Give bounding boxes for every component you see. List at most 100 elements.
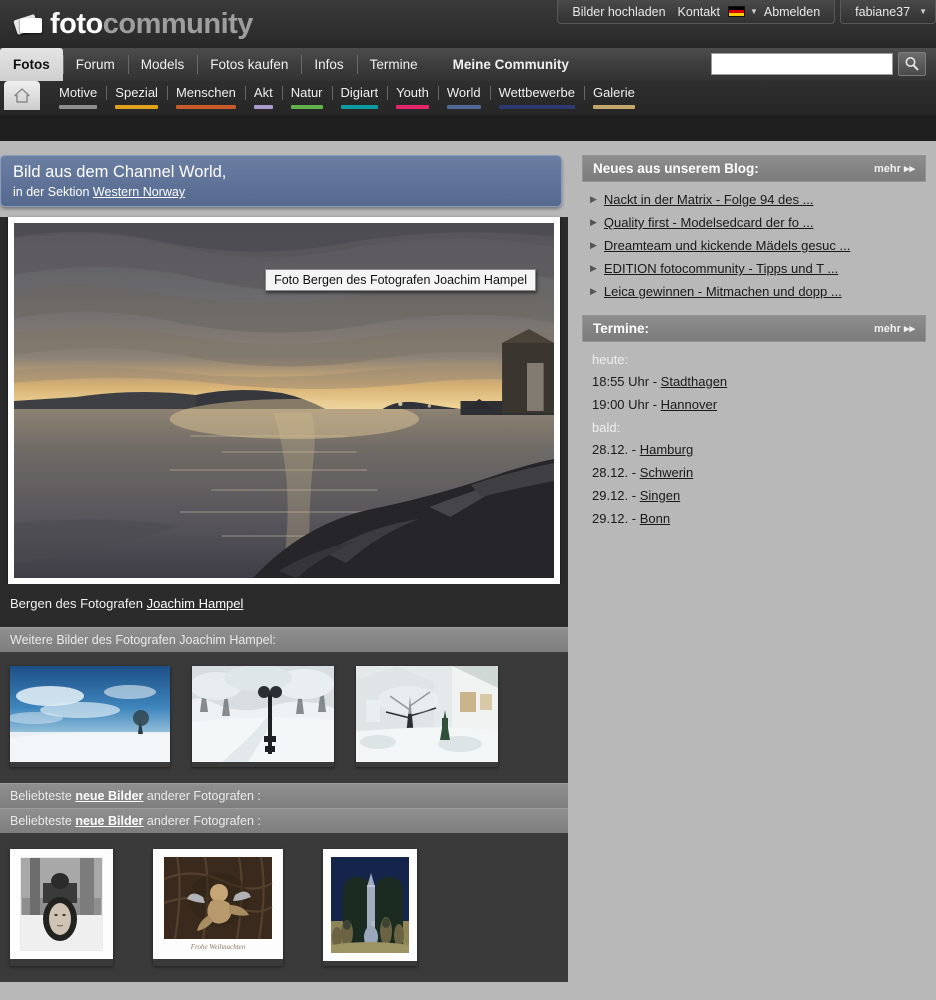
winter-field-blue-sky-image: [10, 666, 170, 762]
blog-item-link[interactable]: Dreamteam und kickende Mädels gesuc ...: [604, 238, 850, 253]
new-images-link[interactable]: neue Bilder: [75, 789, 143, 803]
tab-infos[interactable]: Infos: [301, 48, 356, 81]
blog-item[interactable]: ▶ Nackt in der Matrix - Folge 94 des ...: [582, 188, 926, 211]
category-underline: [396, 105, 429, 109]
page-root: fotocommunity Bilder hochladen Kontakt ▼…: [0, 0, 936, 1000]
category-underline: [175, 105, 236, 109]
termin-place-link[interactable]: Hamburg: [640, 442, 693, 457]
category-akt[interactable]: Akt: [245, 81, 282, 109]
username-label[interactable]: fabiane37: [849, 5, 916, 19]
contact-link[interactable]: Kontakt: [672, 5, 726, 19]
category-label: Spezial: [115, 81, 158, 105]
tab-fotos-kaufen[interactable]: Fotos kaufen: [197, 48, 301, 81]
double-arrow-icon: ▸▸: [903, 163, 915, 175]
category-galerie[interactable]: Galerie: [584, 81, 644, 109]
termin-time: 29.12. -: [592, 511, 640, 526]
main-photo[interactable]: Foto Bergen des Fotografen Joachim Hampe…: [14, 223, 554, 578]
termin-place-link[interactable]: Schwerin: [640, 465, 693, 480]
photographer-link[interactable]: Joachim Hampel: [147, 596, 244, 611]
blog-item[interactable]: ▶ Quality first - Modelsedcard der fo ...: [582, 211, 926, 234]
termine-more-link[interactable]: mehr ▸▸: [874, 322, 915, 335]
termine-soon-label: bald:: [592, 420, 621, 435]
blog-item-link[interactable]: EDITION fotocommunity - Tipps und T ...: [604, 261, 838, 276]
termin-row: 18:55 Uhr - Stadthagen: [582, 370, 926, 393]
termin-place-link[interactable]: Bonn: [640, 511, 670, 526]
snowy-avenue-lamppost-image: [192, 666, 334, 762]
angel-statue-christmas-image: Frohe Weihnachten: [153, 849, 283, 959]
termin-place-link[interactable]: Hannover: [661, 397, 717, 412]
category-label: Menschen: [176, 81, 236, 105]
double-arrow-icon: ▸▸: [903, 323, 915, 335]
category-wettbewerbe[interactable]: Wettbewerbe: [490, 81, 584, 109]
category-label: Natur: [291, 81, 323, 105]
category-motive[interactable]: Motive: [50, 81, 106, 109]
popular-photos-row: Frohe Weihnachten: [0, 833, 568, 982]
user-menu[interactable]: fabiane37 ▼: [840, 0, 936, 24]
chevron-down-icon[interactable]: ▼: [919, 7, 927, 16]
termin-time: 29.12. -: [592, 488, 640, 503]
termine-box-header: Termine: mehr ▸▸: [582, 315, 926, 342]
category-youth[interactable]: Youth: [387, 81, 438, 109]
thumbnail-snowy-avenue[interactable]: [192, 666, 334, 767]
category-natur[interactable]: Natur: [282, 81, 332, 109]
section-link[interactable]: Western Norway: [93, 185, 185, 199]
category-label: Akt: [254, 81, 273, 105]
blog-item[interactable]: ▶ Leica gewinnen - Mitmachen und dopp ...: [582, 280, 926, 303]
category-underline: [498, 105, 575, 109]
banner-subtitle-prefix: in der Sektion: [13, 185, 93, 199]
main-tab-list: Fotos Forum Models Fotos kaufen Infos Termine…: [0, 48, 582, 81]
blog-item-link[interactable]: Leica gewinnen - Mitmachen und dopp ...: [604, 284, 842, 299]
blog-more-link[interactable]: mehr ▸▸: [874, 162, 915, 175]
tab-fotos[interactable]: Fotos: [0, 48, 63, 81]
popular-headers: Beliebteste neue Bilder anderer Fotograf…: [0, 783, 568, 833]
site-logo[interactable]: fotocommunity: [13, 2, 253, 46]
category-label: Wettbewerbe: [499, 81, 575, 105]
blog-item[interactable]: ▶ Dreamteam und kickende Mädels gesuc ...: [582, 234, 926, 257]
thumbnail-angel-statue[interactable]: Frohe Weihnachten: [153, 849, 283, 966]
category-world[interactable]: World: [438, 81, 490, 109]
upload-link[interactable]: Bilder hochladen: [566, 5, 671, 19]
tab-forum[interactable]: Forum: [62, 48, 128, 81]
blog-item-link[interactable]: Quality first - Modelsedcard der fo ...: [604, 215, 814, 230]
blog-item[interactable]: ▶ EDITION fotocommunity - Tipps und T ...: [582, 257, 926, 280]
chevron-down-icon[interactable]: ▼: [750, 7, 758, 16]
termin-time: 28.12. -: [592, 465, 640, 480]
termin-row: 19:00 Uhr - Hannover: [582, 393, 926, 416]
bullet-arrow-icon: ▶: [590, 217, 597, 227]
category-menschen[interactable]: Menschen: [167, 81, 245, 109]
blog-title: Neues aus unserem Blog:: [593, 161, 759, 176]
search-button[interactable]: [898, 52, 926, 76]
termin-time: 18:55 Uhr -: [592, 374, 661, 389]
category-underline: [446, 105, 481, 109]
new-images-link[interactable]: neue Bilder: [75, 814, 143, 828]
termine-more-label: mehr: [873, 323, 901, 335]
category-spezial[interactable]: Spezial: [106, 81, 167, 109]
svg-text:Frohe Weihnachten: Frohe Weihnachten: [190, 943, 246, 951]
termine-list: heute: 18:55 Uhr - Stadthagen 19:00 Uhr - …: [582, 342, 926, 540]
thumbnail-winter-field[interactable]: [10, 666, 170, 767]
blue-archway-figures-image: [323, 849, 417, 961]
termin-place-link[interactable]: Singen: [640, 488, 680, 503]
thumbnail-snowy-houses[interactable]: [356, 666, 498, 767]
tab-meine-community[interactable]: Meine Community: [431, 48, 582, 81]
german-flag-icon[interactable]: [727, 6, 745, 17]
logout-link[interactable]: Abmelden: [758, 5, 826, 19]
home-button[interactable]: [4, 81, 40, 110]
termine-today-label: heute:: [592, 352, 629, 367]
thumbnail-blue-archway[interactable]: [323, 849, 417, 966]
termine-title: Termine:: [593, 321, 650, 336]
logo-primary: foto: [50, 7, 103, 40]
photo-panel: Foto Bergen des Fotografen Joachim Hampe…: [0, 217, 568, 627]
tab-termine[interactable]: Termine: [356, 48, 431, 81]
blog-more-label: mehr: [873, 163, 901, 175]
thumbnail-bw-portrait[interactable]: [10, 849, 113, 966]
popular-prefix: Beliebteste: [10, 814, 76, 828]
termin-place-link[interactable]: Stadthagen: [661, 374, 728, 389]
home-icon: [14, 88, 30, 103]
category-digiart[interactable]: Digiart: [332, 81, 388, 109]
blog-item-link[interactable]: Nackt in der Matrix - Folge 94 des ...: [604, 192, 814, 207]
tab-models[interactable]: Models: [127, 48, 198, 81]
search-input[interactable]: [711, 53, 893, 75]
account-links-group: Bilder hochladen Kontakt ▼ Abmelden: [557, 0, 836, 24]
